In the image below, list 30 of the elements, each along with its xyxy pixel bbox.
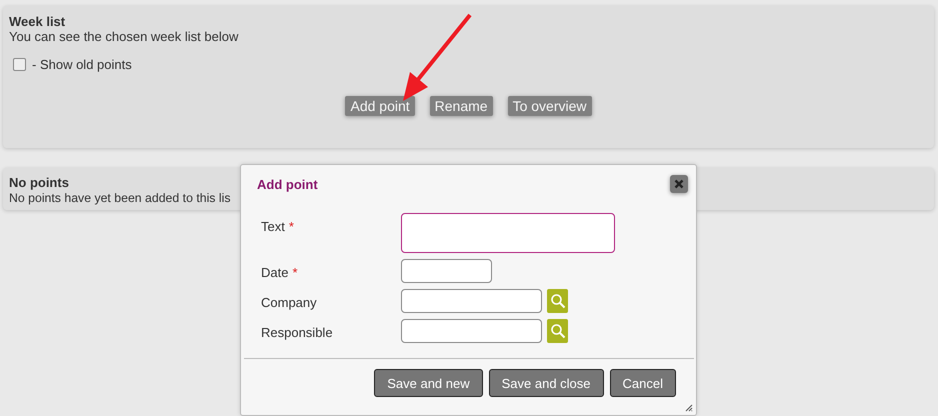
panel-message: No points have yet been added to this lis <box>9 190 230 206</box>
field-label: Company <box>261 295 317 310</box>
close-button[interactable] <box>670 175 688 193</box>
dialog-button[interactable]: Cancel <box>610 369 676 397</box>
panel-subtitle: You can see the chosen week list below <box>9 29 238 45</box>
action-button[interactable]: Rename <box>430 96 493 116</box>
panel-title: Week list <box>9 14 66 29</box>
close-icon <box>674 179 684 189</box>
resize-grip-icon[interactable] <box>685 404 693 412</box>
action-button[interactable]: To overview <box>508 96 592 116</box>
checkbox[interactable] <box>13 58 26 71</box>
panel-title: No points <box>9 175 69 190</box>
field-label: Date <box>261 265 288 280</box>
lookup-field[interactable] <box>401 319 542 343</box>
required-mark: * <box>288 219 294 234</box>
lookup-field[interactable] <box>401 289 542 313</box>
field-label: Responsible <box>261 325 333 340</box>
field-label: Text <box>261 219 285 234</box>
search-icon <box>550 293 566 309</box>
action-button[interactable]: Add point <box>345 96 415 116</box>
search-icon <box>550 323 566 339</box>
date-field[interactable] <box>401 259 492 283</box>
search-button[interactable] <box>547 319 568 343</box>
text-field[interactable] <box>401 213 615 253</box>
dialog-button[interactable]: Save and new <box>374 369 483 397</box>
required-mark: * <box>292 265 298 280</box>
search-button[interactable] <box>547 289 568 313</box>
checkbox-label: - Show old points <box>32 57 132 72</box>
dialog-title: Add point <box>257 176 318 192</box>
dialog-button[interactable]: Save and close <box>488 369 604 397</box>
